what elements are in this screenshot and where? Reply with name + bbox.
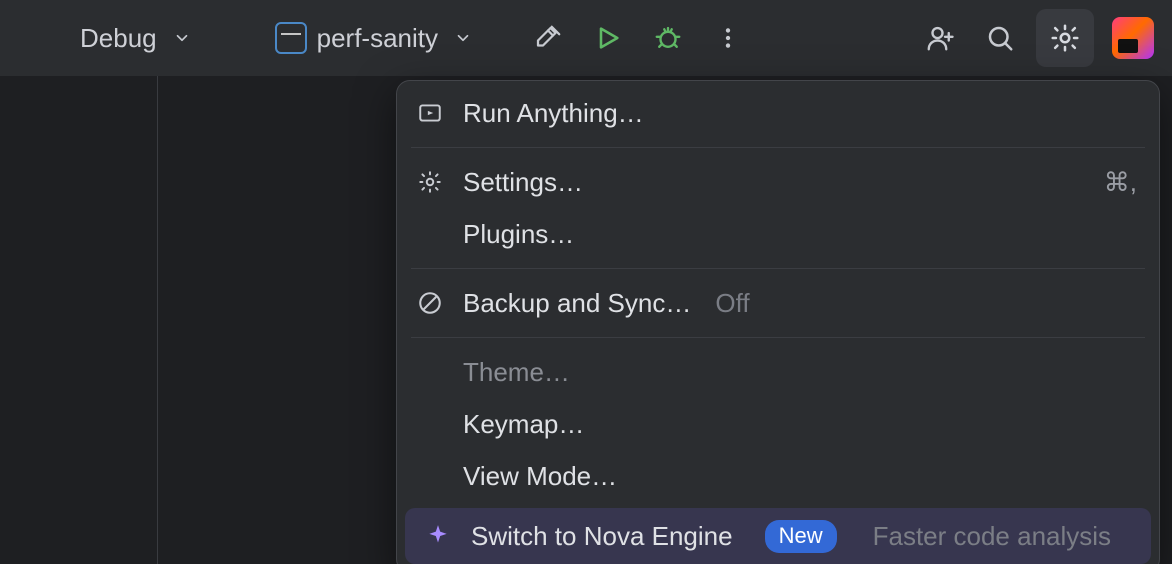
run-anything-icon (415, 100, 445, 126)
menu-separator (411, 337, 1145, 338)
more-actions-button[interactable] (704, 14, 752, 62)
gear-icon (415, 169, 445, 195)
menu-item-backup-sync[interactable]: Backup and Sync… Off (397, 277, 1159, 329)
main-toolbar: Debug perf-sanity (0, 0, 1172, 76)
build-button[interactable] (524, 14, 572, 62)
settings-menu: Run Anything… Settings… ⌘, Plugins… Back… (396, 80, 1160, 564)
menu-item-plugins[interactable]: Plugins… (397, 208, 1159, 260)
menu-label: Plugins… (463, 219, 574, 250)
play-icon (594, 24, 622, 52)
menu-item-settings[interactable]: Settings… ⌘, (397, 156, 1159, 208)
ide-logo[interactable] (1112, 17, 1154, 59)
new-badge: New (765, 520, 837, 553)
search-everywhere-button[interactable] (976, 14, 1024, 62)
chevron-down-icon (454, 29, 472, 47)
menu-shortcut: ⌘, (1104, 167, 1137, 198)
terminal-icon (275, 22, 307, 54)
menu-item-theme[interactable]: Theme… (397, 346, 1159, 398)
search-icon (985, 23, 1015, 53)
code-with-me-button[interactable] (916, 14, 964, 62)
gear-icon (1049, 22, 1081, 54)
hammer-icon (533, 23, 563, 53)
disabled-icon (415, 290, 445, 316)
editor-gutter (0, 76, 158, 564)
menu-label: Keymap… (463, 409, 584, 440)
menu-label: Settings… (463, 167, 583, 198)
menu-label: Switch to Nova Engine (471, 521, 733, 552)
menu-label: View Mode… (463, 461, 617, 492)
menu-hint: Off (715, 288, 749, 319)
menu-item-view-mode[interactable]: View Mode… (397, 450, 1159, 502)
menu-item-nova-engine[interactable]: Switch to Nova Engine New Faster code an… (405, 508, 1151, 564)
bug-icon (653, 23, 683, 53)
debug-dropdown[interactable]: Debug (70, 14, 201, 62)
menu-hint: Faster code analysis (873, 521, 1111, 552)
menu-item-run-anything[interactable]: Run Anything… (397, 87, 1159, 139)
menu-label: Run Anything… (463, 98, 644, 129)
settings-button[interactable] (1036, 9, 1094, 67)
menu-label: Backup and Sync… (463, 288, 691, 319)
menu-item-keymap[interactable]: Keymap… (397, 398, 1159, 450)
debug-label: Debug (80, 23, 157, 54)
run-button[interactable] (584, 14, 632, 62)
menu-label: Theme… (463, 357, 570, 388)
menu-separator (411, 147, 1145, 148)
run-config-name: perf-sanity (317, 23, 438, 54)
run-config-dropdown[interactable]: perf-sanity (265, 14, 482, 62)
debug-button[interactable] (644, 14, 692, 62)
menu-separator (411, 268, 1145, 269)
add-user-icon (925, 23, 955, 53)
kebab-icon (715, 25, 741, 51)
chevron-down-icon (173, 29, 191, 47)
sparkle-icon (423, 523, 453, 549)
